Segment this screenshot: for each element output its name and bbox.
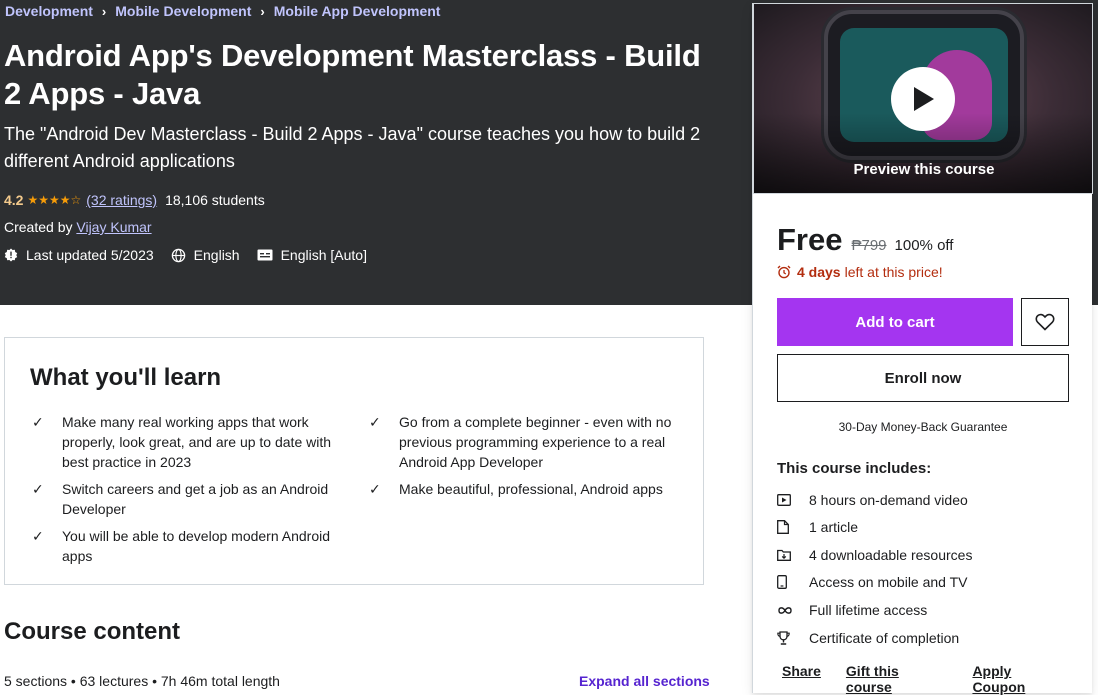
- star-rating-icon: ★★★★☆: [27, 193, 82, 207]
- infinity-icon: [777, 606, 809, 615]
- current-price: Free: [777, 222, 843, 257]
- course-title: Android App's Development Masterclass - …: [4, 38, 701, 111]
- created-by: Created by Vijay Kumar: [4, 219, 152, 235]
- check-icon: ✓: [369, 414, 381, 430]
- created-by-label: Created by: [4, 219, 73, 235]
- preview-course-label[interactable]: Preview this course: [754, 161, 1092, 178]
- learn-item: ✓ Make many real working apps that work …: [32, 414, 332, 470]
- captions: English [Auto]: [257, 247, 367, 263]
- breadcrumb: Development › Mobile Development › Mobil…: [5, 3, 440, 19]
- rating-value: 4.2: [4, 192, 24, 208]
- chevron-right-icon: ›: [260, 3, 265, 19]
- closed-captions-icon: [257, 249, 273, 261]
- play-icon[interactable]: [891, 67, 955, 131]
- include-item: Access on mobile and TV: [777, 574, 968, 590]
- add-to-cart-button[interactable]: Add to cart: [777, 298, 1013, 346]
- countdown-text: left at this price!: [844, 264, 943, 280]
- include-item: 8 hours on-demand video: [777, 492, 968, 508]
- original-price: ₱799: [851, 237, 887, 254]
- learn-item: ✓ You will be able to develop modern And…: [32, 528, 331, 564]
- check-icon: ✓: [32, 528, 44, 544]
- breadcrumb-development[interactable]: Development: [5, 3, 93, 19]
- course-meta: Last updated 5/2023 English English [Aut…: [4, 247, 384, 263]
- check-icon: ✓: [32, 481, 44, 497]
- language: English: [171, 247, 240, 263]
- instructor-link[interactable]: Vijay Kumar: [76, 219, 151, 235]
- rating-row: 4.2 ★★★★☆ (32 ratings) 18,106 students: [4, 192, 265, 208]
- countdown-days: 4 days: [797, 264, 841, 280]
- includes-title: This course includes:: [777, 460, 932, 477]
- learn-item: ✓ Switch careers and get a job as an And…: [32, 481, 329, 517]
- wishlist-button[interactable]: [1021, 298, 1069, 346]
- check-icon: ✓: [369, 481, 381, 497]
- apply-coupon-link[interactable]: Apply Coupon: [972, 663, 1067, 695]
- gift-course-link[interactable]: Gift this course: [846, 663, 948, 695]
- ratings-count-link[interactable]: (32 ratings): [86, 192, 157, 208]
- purchase-sidebar: Preview this course Free ₱799 100% off 4…: [752, 3, 1093, 695]
- include-item: Certificate of completion: [777, 630, 959, 646]
- breadcrumb-mobile-development[interactable]: Mobile Development: [115, 3, 251, 19]
- course-subtitle: The "Android Dev Masterclass - Build 2 A…: [4, 124, 701, 171]
- check-icon: ✓: [32, 414, 44, 430]
- include-item: 1 article: [777, 519, 858, 535]
- trophy-icon: [777, 631, 809, 645]
- last-updated-text: Last updated 5/2023: [26, 247, 154, 263]
- students-count: 18,106 students: [165, 192, 265, 208]
- globe-icon: [171, 248, 185, 262]
- price-countdown: 4 days left at this price!: [777, 264, 943, 280]
- enroll-now-button[interactable]: Enroll now: [777, 354, 1069, 402]
- course-content-summary: 5 sections • 63 lectures • 7h 46m total …: [4, 673, 280, 689]
- sidebar-footer-links: Share Gift this course Apply Coupon: [782, 663, 1092, 695]
- money-back-guarantee: 30-Day Money-Back Guarantee: [838, 420, 1008, 434]
- breadcrumb-mobile-app-development[interactable]: Mobile App Development: [274, 3, 441, 19]
- course-preview[interactable]: Preview this course: [753, 3, 1093, 194]
- alert-badge-icon: [4, 248, 18, 262]
- chevron-right-icon: ›: [101, 3, 107, 19]
- course-content-title: Course content: [4, 618, 181, 645]
- captions-text: English [Auto]: [280, 247, 367, 263]
- video-icon: [777, 494, 809, 506]
- last-updated: Last updated 5/2023: [4, 247, 154, 263]
- language-text: English: [193, 247, 240, 263]
- learn-title: What you'll learn: [30, 364, 222, 391]
- expand-all-sections-button[interactable]: Expand all sections: [579, 673, 710, 689]
- learn-item: ✓ Make beautiful, professional, Android …: [369, 481, 663, 497]
- download-folder-icon: [777, 549, 809, 561]
- discount-percentage: 100% off: [894, 237, 954, 254]
- alarm-clock-icon: [777, 265, 791, 279]
- include-item: 4 downloadable resources: [777, 547, 972, 563]
- include-item: Full lifetime access: [777, 602, 927, 618]
- article-icon: [777, 520, 809, 534]
- what-you-will-learn: What you'll learn ✓ Make many real worki…: [4, 337, 704, 585]
- learn-item: ✓ Go from a complete beginner - even wit…: [369, 414, 672, 470]
- mobile-icon: [777, 575, 809, 589]
- share-link[interactable]: Share: [782, 663, 821, 695]
- heart-icon: [1035, 313, 1055, 331]
- price-row: Free ₱799 100% off: [777, 222, 953, 258]
